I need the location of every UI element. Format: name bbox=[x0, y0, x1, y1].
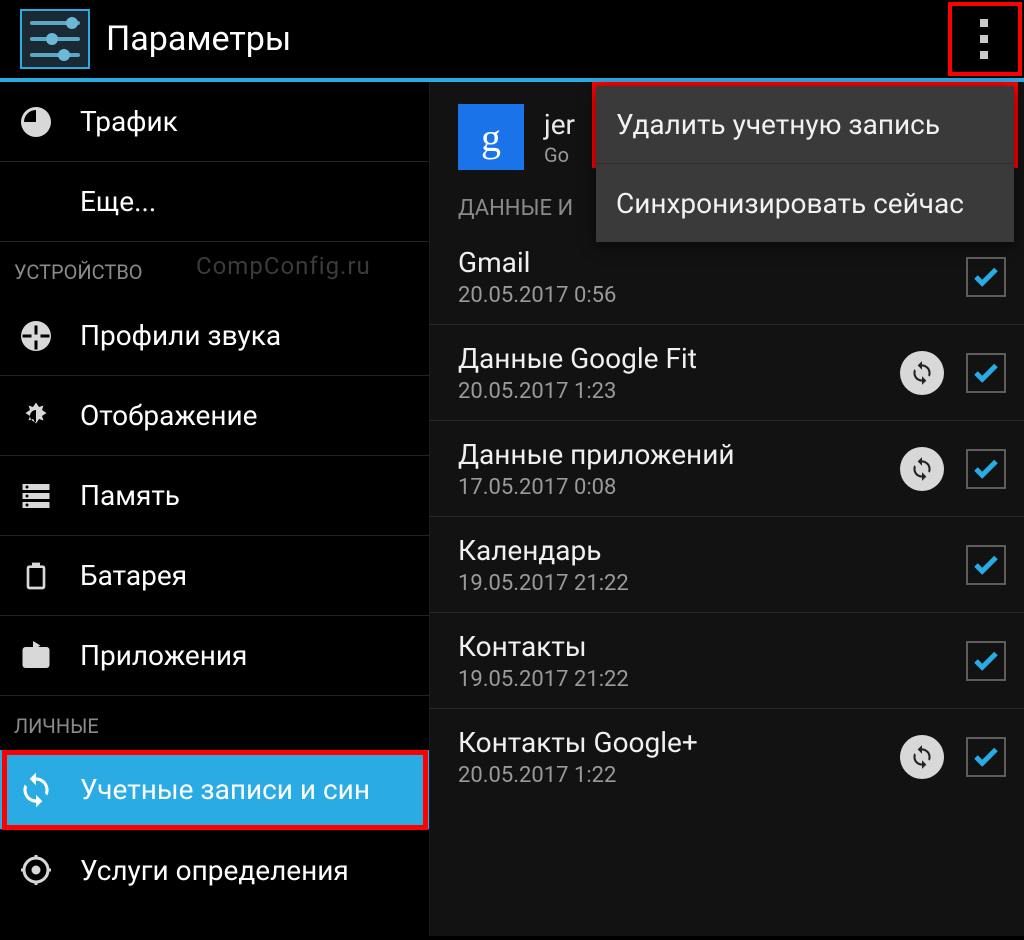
sidebar-item-label: Трафик bbox=[80, 105, 178, 138]
display-icon bbox=[14, 394, 58, 438]
sidebar-item-label: Еще... bbox=[80, 185, 156, 218]
sync-list: Gmail 20.05.2017 0:56 Данные Google Fit … bbox=[430, 229, 1024, 936]
more-vert-icon bbox=[980, 35, 988, 43]
sidebar-item-label: Память bbox=[80, 479, 180, 512]
sync-checkbox[interactable] bbox=[966, 353, 1006, 393]
popup-item-label: Синхронизировать сейчас bbox=[616, 187, 964, 220]
sync-checkbox[interactable] bbox=[966, 257, 1006, 297]
storage-icon bbox=[14, 474, 58, 518]
sync-checkbox[interactable] bbox=[966, 641, 1006, 681]
section-header-label: ЛИЧНЫЕ bbox=[14, 714, 99, 738]
sidebar-item-label: Отображение bbox=[80, 399, 258, 432]
sidebar-item-storage[interactable]: Память bbox=[0, 456, 429, 536]
sync-in-progress-icon bbox=[900, 447, 944, 491]
popup-item-sync-now[interactable]: Синхронизировать сейчас bbox=[596, 164, 1014, 242]
sync-accounts-icon bbox=[14, 768, 58, 812]
sync-item-calendar[interactable]: Календарь 19.05.2017 21:22 bbox=[430, 517, 1024, 613]
sync-item-date: 19.05.2017 21:22 bbox=[458, 667, 966, 692]
sync-checkbox[interactable] bbox=[966, 545, 1006, 585]
section-header-device: УСТРОЙСТВО CompConfig.ru bbox=[0, 242, 429, 296]
account-detail-pane: g jer Go ДАННЫЕ И Gmail 20.05.2017 0:56 bbox=[430, 82, 1024, 936]
traffic-icon bbox=[14, 100, 58, 144]
account-subtext: Go bbox=[544, 143, 575, 167]
more-vert-icon bbox=[980, 19, 988, 27]
sync-item-date: 17.05.2017 0:08 bbox=[458, 475, 900, 500]
sync-item-title: Данные приложений bbox=[458, 438, 900, 471]
sync-item-title: Контакты Google+ bbox=[458, 726, 900, 759]
overflow-popup: Удалить учетную запись Синхронизировать … bbox=[596, 86, 1014, 242]
overflow-menu-button[interactable] bbox=[952, 6, 1016, 72]
sync-item-title: Gmail bbox=[458, 246, 966, 279]
app-header: Параметры bbox=[0, 0, 1024, 82]
sync-in-progress-icon bbox=[900, 735, 944, 779]
section-header-personal: ЛИЧНЫЕ bbox=[0, 696, 429, 750]
sync-item-title: Календарь bbox=[458, 534, 966, 567]
sidebar-item-label: Профили звука bbox=[80, 319, 281, 352]
audio-profiles-icon bbox=[14, 314, 58, 358]
sidebar-item-label: Батарея bbox=[80, 559, 187, 592]
popup-item-label: Удалить учетную запись bbox=[616, 108, 940, 141]
section-header-label: УСТРОЙСТВО bbox=[14, 260, 143, 284]
sync-item-contacts-gplus[interactable]: Контакты Google+ 20.05.2017 1:22 bbox=[430, 709, 1024, 805]
sync-item-title: Данные Google Fit bbox=[458, 342, 900, 375]
sidebar-item-battery[interactable]: Батарея bbox=[0, 536, 429, 616]
sidebar-item-label: Учетные записи и син bbox=[80, 773, 370, 806]
sync-checkbox[interactable] bbox=[966, 737, 1006, 777]
more-vert-icon bbox=[980, 51, 988, 59]
sidebar-item-audio-profiles[interactable]: Профили звука bbox=[0, 296, 429, 376]
location-icon bbox=[14, 848, 58, 892]
sidebar-item-display[interactable]: Отображение bbox=[0, 376, 429, 456]
sync-item-date: 20.05.2017 1:23 bbox=[458, 379, 900, 404]
watermark-text: CompConfig.ru bbox=[196, 252, 371, 280]
page-title: Параметры bbox=[106, 19, 291, 59]
sync-item-contacts[interactable]: Контакты 19.05.2017 21:22 bbox=[430, 613, 1024, 709]
sidebar-item-location[interactable]: Услуги определения bbox=[0, 830, 429, 910]
sync-item-gmail[interactable]: Gmail 20.05.2017 0:56 bbox=[430, 229, 1024, 325]
settings-icon bbox=[20, 9, 90, 69]
sidebar-item-more[interactable]: Еще... bbox=[0, 162, 429, 242]
sync-item-app-data[interactable]: Данные приложений 17.05.2017 0:08 bbox=[430, 421, 1024, 517]
account-text: jer Go bbox=[544, 108, 575, 167]
sync-checkbox[interactable] bbox=[966, 449, 1006, 489]
sidebar-item-label: Приложения bbox=[80, 639, 247, 672]
sync-item-date: 20.05.2017 0:56 bbox=[458, 283, 966, 308]
sidebar-item-accounts-sync[interactable]: Учетные записи и син bbox=[0, 750, 429, 830]
sync-item-title: Контакты bbox=[458, 630, 966, 663]
sidebar-item-label: Услуги определения bbox=[80, 854, 349, 887]
sidebar-item-traffic[interactable]: Трафик bbox=[0, 82, 429, 162]
sync-in-progress-icon bbox=[900, 351, 944, 395]
battery-icon bbox=[14, 554, 58, 598]
sync-item-date: 19.05.2017 21:22 bbox=[458, 571, 966, 596]
google-logo-icon: g bbox=[458, 104, 524, 170]
popup-item-delete-account[interactable]: Удалить учетную запись bbox=[596, 86, 1014, 164]
settings-sidebar: Трафик Еще... УСТРОЙСТВО CompConfig.ru П… bbox=[0, 82, 430, 936]
blank-icon bbox=[14, 180, 58, 224]
sidebar-item-apps[interactable]: Приложения bbox=[0, 616, 429, 696]
apps-icon bbox=[14, 634, 58, 678]
account-name: jer bbox=[544, 108, 575, 141]
sync-item-date: 20.05.2017 1:22 bbox=[458, 763, 900, 788]
sync-item-google-fit[interactable]: Данные Google Fit 20.05.2017 1:23 bbox=[430, 325, 1024, 421]
